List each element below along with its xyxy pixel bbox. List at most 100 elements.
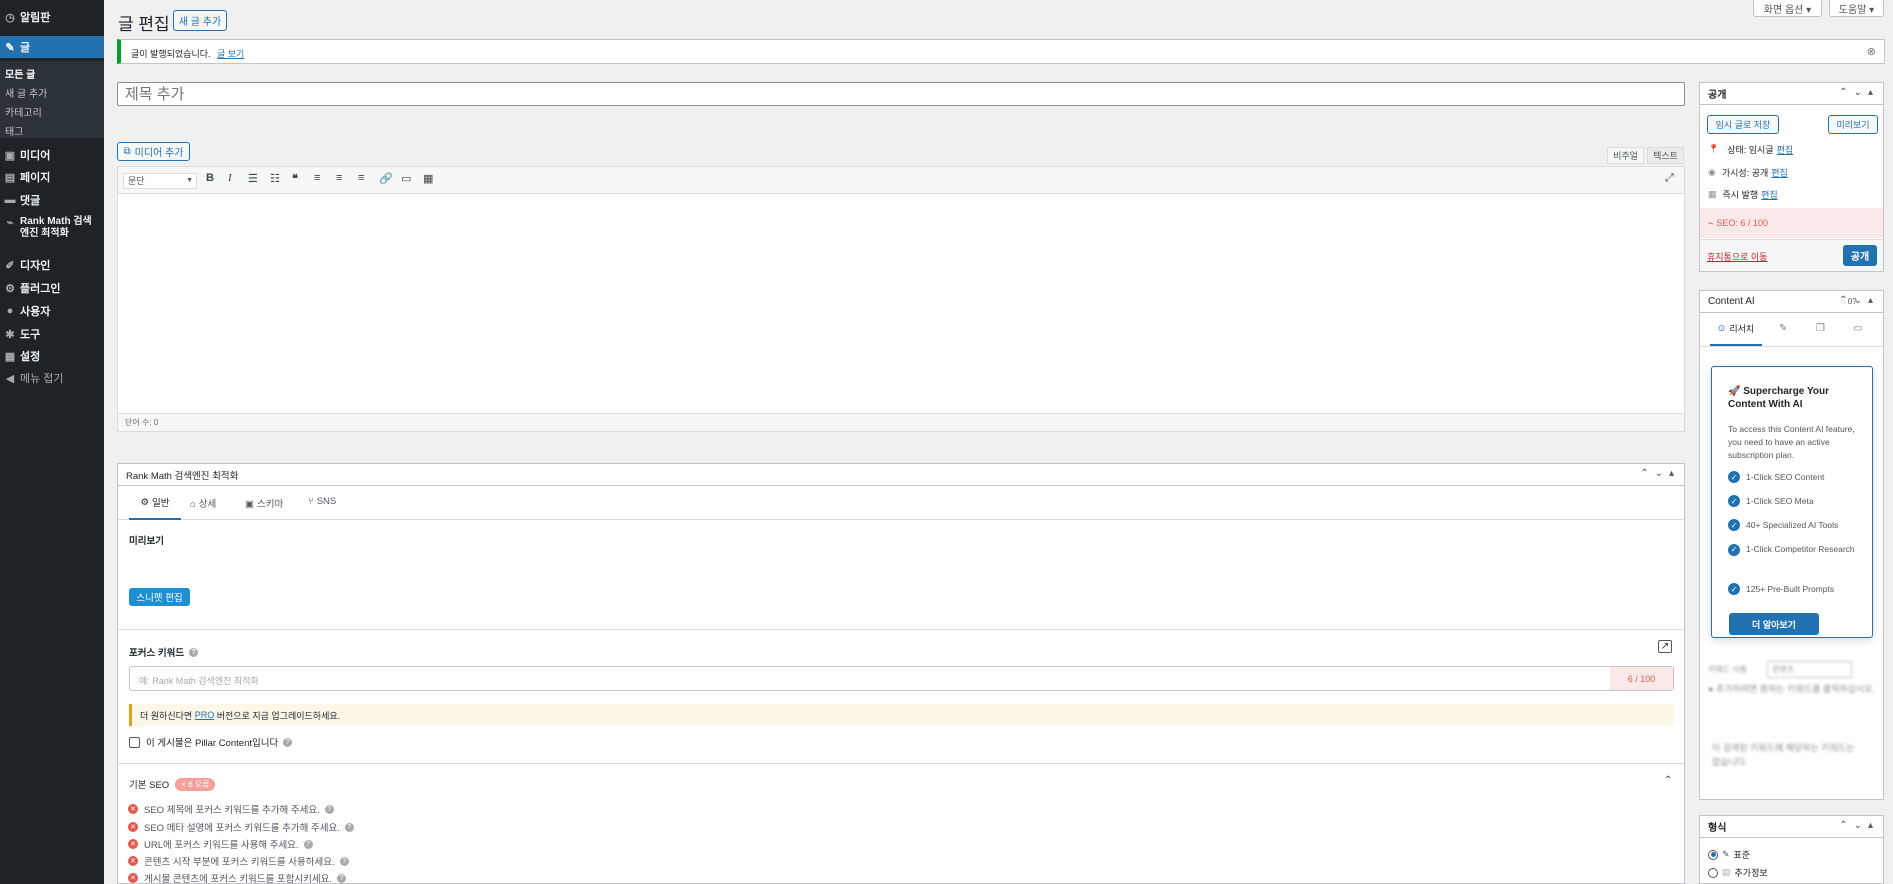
popup-title: 🚀 Supercharge Your Content With AI [1728,386,1829,410]
menu-collapse[interactable]: ◀ 메뉴 접기 [0,367,104,389]
seo-score: SEO: 6 / 100 [1716,218,1768,228]
help-icon[interactable]: ? [283,737,293,747]
notice-text: 글이 발행되었습니다. [131,49,211,59]
feature-text: 1-Click SEO Meta [1746,496,1814,506]
trend-icon[interactable]: ↗ [1658,640,1672,653]
align-center-icon[interactable]: ≡ [336,172,342,184]
italic-icon[interactable]: I [228,172,232,184]
menu-pages[interactable]: ▤ 페이지 [0,166,104,188]
editor-toolbar: 문단 ▼ B I ☰ ☷ ❝ ≡ ≡ ≡ 🔗 ▭ ▦ ⤢ [118,167,1684,194]
keyword-hint: ● 추가하려면 원하는 키워드를 클릭하십시오. [1708,684,1875,694]
edit-status-link[interactable]: 편집 [1777,143,1794,156]
publish-button[interactable]: 공개 [1843,245,1877,266]
menu-posts[interactable]: ✎ 글 [0,36,104,58]
tab-text[interactable]: 텍스트 [1647,147,1684,164]
content-ai-tabs: ⊙ 리서치 ✎ ❐ ▭ [1700,313,1883,347]
tab-advanced[interactable]: ⌂ 상세 [190,496,216,510]
tab-social[interactable]: ⑂ SNS [308,496,336,507]
menu-users[interactable]: ● 사용자 [0,300,104,322]
menu-dashboard[interactable]: ◷ 알림판 [0,6,104,28]
read-more-icon[interactable]: ▭ [401,172,411,185]
link-icon[interactable]: 🔗 [379,172,393,185]
submenu-add-new[interactable]: 새 글 추가 [5,85,47,100]
submenu-categories[interactable]: 카테고리 [5,104,42,119]
trash-link[interactable]: 휴지통으로 이동 [1707,250,1767,263]
publish-box: 공개 ⌃⌄▴ 임시 글로 저장 미리보기 📍 상태: 임시글 편집 ◉ 가시성:… [1699,82,1884,272]
basic-seo-header[interactable]: 기본 SEO × 6 오류 [129,777,216,791]
menu-media[interactable]: ▣ 미디어 [0,144,104,166]
admin-sidebar: ◷ 알림판 ✎ 글 모든 글 새 글 추가 카테고리 태그 ▣ 미디어 ▤ 페이… [0,0,104,884]
chat-icon[interactable]: ▭ [1853,323,1862,334]
numbered-list-icon[interactable]: ☷ [270,172,280,185]
menu-appearance[interactable]: ✐ 디자인 [0,254,104,276]
menu-settings[interactable]: ▦ 설정 [0,345,104,367]
seo-check-text: 콘텐츠 시작 부분에 포커스 키워드를 사용하세요. [144,857,335,868]
error-icon: ✕ [128,856,138,866]
menu-tools[interactable]: ✱ 도구 [0,323,104,345]
save-draft-button[interactable]: 임시 글로 저장 [1707,115,1779,134]
pro-link[interactable]: PRO [195,710,215,720]
panel-arrows-icon[interactable]: ⌃⌄▴ [1839,295,1879,306]
menu-label: 메뉴 접기 [20,373,64,385]
edit-snippet-button[interactable]: 스니펫 편집 [129,588,190,606]
tab-schema[interactable]: ▣ 스키마 [245,496,283,510]
focus-keyword-input[interactable]: 예: Rank Math 검색엔진 최적화 6 / 100 [129,666,1674,691]
post-title-input[interactable] [117,82,1685,106]
tab-general[interactable]: ⚙ 일반 [129,486,181,520]
preview-button[interactable]: 미리보기 [1828,115,1878,134]
feature-item: ✓ 1-Click Competitor Research [1728,543,1863,556]
toolbar-toggle-icon[interactable]: ▦ [423,172,433,185]
format-option-aside[interactable]: ▤ 추가정보 [1708,866,1768,879]
bold-icon[interactable]: B [206,172,214,184]
edit-visibility-link[interactable]: 편집 [1771,166,1788,179]
menu-comments[interactable]: ▬ 댓글 [0,189,104,211]
schedule-row: ▦ 즉시 발행 편집 [1708,188,1778,201]
help-icon[interactable]: ? [324,804,334,814]
quote-icon[interactable]: ❝ [292,172,298,185]
panel-arrows-icon[interactable]: ⌃⌄▴ [1839,820,1879,831]
panel-arrows-icon[interactable]: ⌃⌄▴ [1640,468,1680,479]
help-icon[interactable]: ? [339,856,349,866]
rankmath-panel-header: Rank Math 검색엔진 최적화 [118,464,1684,486]
seo-check-item: ✕ SEO 제목에 포커스 키워드를 추가해 주세요.? [128,802,334,816]
dismiss-icon[interactable]: ⊗ [1867,45,1876,58]
submenu-tags[interactable]: 태그 [5,123,23,138]
chevron-up-icon[interactable]: ⌃ [1664,775,1672,786]
tab-research[interactable]: ⊙ 리서치 [1710,313,1762,346]
add-media-button[interactable]: ⧉ 미디어 추가 [117,142,190,161]
panel-arrows-icon[interactable]: ⌃⌄▴ [1839,87,1879,98]
align-left-icon[interactable]: ≡ [314,172,320,184]
fullscreen-icon[interactable]: ⤢ [1665,172,1674,185]
menu-plugins[interactable]: ⚙ 플러그인 [0,277,104,299]
tab-visual[interactable]: 비주얼 [1607,147,1644,164]
keyword-usage-select[interactable]: 콘텐츠 [1767,661,1853,678]
format-option-standard[interactable]: ✎ 표준 [1708,848,1750,861]
add-media-label: 미디어 추가 [134,148,184,159]
view-post-link[interactable]: 글 보기 [217,47,244,60]
radio-unselected[interactable] [1708,867,1718,878]
collapse-icon: ◀ [5,372,15,385]
radio-selected[interactable] [1708,849,1718,860]
add-new-post-button[interactable]: 새 글 추가 [173,10,227,31]
screen-options-button[interactable]: 화면 옵션 ▾ [1753,0,1822,17]
help-button[interactable]: 도움말 ▾ [1829,0,1884,17]
bullet-list-icon[interactable]: ☰ [248,172,258,185]
help-icon[interactable]: ? [303,839,313,849]
help-icon[interactable]: ? [337,873,346,883]
check-icon: ✓ [1728,519,1740,531]
pillar-checkbox[interactable] [129,736,140,748]
check-icon: ✓ [1728,495,1740,507]
write-icon[interactable]: ✎ [1779,323,1787,334]
align-right-icon[interactable]: ≡ [358,172,364,184]
copy-icon[interactable]: ❐ [1816,323,1825,334]
format-select[interactable]: 문단 ▼ [123,173,197,189]
menu-rankmath[interactable]: ⌁ Rank Math 검색엔진 최적화 [0,216,104,244]
help-icon[interactable]: ? [344,822,354,832]
menu-label: 미디어 [20,150,51,162]
edit-schedule-link[interactable]: 편집 [1761,188,1778,201]
upgrade-notice: 더 원하신다면 PRO 버전으로 지금 업그레이드하세요. [129,704,1674,726]
submenu-all-posts[interactable]: 모든 글 [5,66,35,81]
help-icon[interactable]: ? [189,647,199,657]
learn-more-button[interactable]: 더 알아보기 [1729,613,1819,635]
schema-icon: ▣ [245,499,254,510]
